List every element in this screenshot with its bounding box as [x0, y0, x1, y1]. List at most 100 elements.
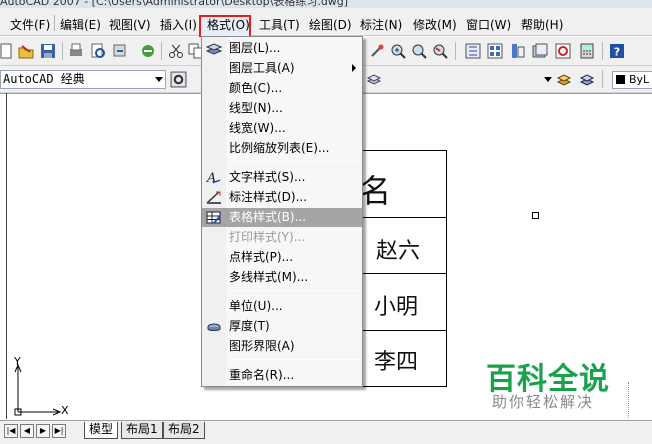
design-center-icon[interactable] — [487, 43, 503, 59]
menu-dimension[interactable]: 标注(N) — [360, 16, 402, 33]
menu-item-text-style[interactable]: A 文字样式(S)... — [202, 168, 362, 187]
table-border — [350, 273, 447, 274]
menu-separator — [228, 359, 360, 360]
text-style-icon: A — [206, 171, 221, 185]
table-border — [446, 150, 447, 387]
vertical-scrollbar[interactable] — [628, 382, 631, 418]
tool-palettes-icon[interactable] — [510, 43, 526, 59]
menu-item-units[interactable]: 单位(U)... — [202, 297, 362, 316]
menu-tools[interactable]: 工具(T) — [259, 16, 300, 33]
menu-item-rename[interactable]: 重命名(R)... — [202, 366, 362, 385]
menu-edit[interactable]: 编辑(E) — [60, 16, 101, 33]
selection-grip[interactable] — [532, 212, 539, 219]
ucs-x-label: X — [61, 404, 69, 417]
table-cell: 小明 — [374, 295, 419, 320]
menu-separator — [54, 15, 55, 31]
tab-layout2[interactable]: 布局2 — [163, 422, 205, 439]
workspace-select[interactable]: AutoCAD 经典 — [0, 70, 166, 89]
layer-dropdown-arrow[interactable] — [540, 71, 554, 88]
table-cell: 名 — [359, 172, 392, 210]
new-icon[interactable] — [0, 43, 14, 59]
toolbar-separator — [602, 70, 603, 88]
table-border — [350, 386, 447, 387]
title-bar: AutoCAD 2007 - [C:\Users\Administrator\D… — [0, 0, 652, 8]
last-tab-button[interactable]: ▶| — [52, 424, 66, 438]
table-border — [350, 150, 447, 151]
layers-icon — [206, 43, 222, 55]
svg-text:A: A — [206, 171, 216, 185]
print-icon[interactable] — [68, 43, 84, 59]
table-cell: 李四 — [374, 350, 419, 375]
layer-previous-icon[interactable] — [579, 71, 595, 87]
chevron-down-icon — [155, 77, 163, 82]
menu-item-drawing-limits[interactable]: 图形界限(A) — [202, 337, 362, 356]
publish-icon[interactable] — [112, 43, 128, 59]
thickness-icon — [207, 323, 221, 331]
toolbar-separator — [455, 42, 456, 60]
menu-item-dimension-style[interactable]: 标注样式(D)... — [202, 188, 362, 207]
properties-icon[interactable] — [465, 43, 481, 59]
color-value: ByL — [629, 73, 650, 86]
menu-insert[interactable]: 插入(I) — [160, 16, 197, 33]
tab-layout1[interactable]: 布局1 — [121, 422, 163, 439]
menu-item-lineweight[interactable]: 线宽(W)... — [202, 119, 362, 138]
window-title: AutoCAD 2007 - [C:\Users\Administrator\D… — [0, 0, 349, 8]
tab-model[interactable]: 模型 — [84, 422, 119, 439]
help-icon[interactable]: ? — [609, 43, 625, 59]
menu-item-color[interactable]: 颜色(C)... — [202, 79, 362, 98]
color-swatch — [616, 75, 625, 84]
viewport-border — [6, 93, 7, 419]
menu-separator — [228, 161, 360, 162]
menu-item-thickness[interactable]: 厚度(T) — [202, 317, 362, 336]
svg-text:?: ? — [614, 46, 620, 59]
make-layer-current-icon[interactable] — [556, 71, 572, 87]
first-tab-button[interactable]: |◀ — [4, 424, 18, 438]
ucs-y-label: Y — [14, 355, 21, 368]
workspace-settings-icon[interactable] — [170, 71, 187, 88]
menu-item-linetype[interactable]: 线型(N)... — [202, 99, 362, 118]
color-control[interactable]: ByL — [612, 71, 652, 89]
menu-item-multiline-style[interactable]: 多线样式(M)... — [202, 268, 362, 287]
menu-item-point-style[interactable]: 点样式(P)... — [202, 248, 362, 267]
open-icon[interactable] — [18, 43, 34, 59]
menu-file[interactable]: 文件(F) — [10, 16, 50, 33]
menu-item-layer-tools[interactable]: 图层工具(A) — [202, 59, 362, 78]
table-border — [350, 217, 447, 218]
cut-icon[interactable] — [168, 43, 184, 59]
menu-item-layer[interactable]: 图层(L)... — [202, 39, 362, 58]
zoom-realtime-icon[interactable] — [390, 43, 406, 59]
zoom-window-icon[interactable] — [411, 43, 427, 59]
table-cell: 赵六 — [376, 239, 421, 264]
pan-icon[interactable] — [369, 43, 385, 59]
toolbar-separator — [602, 42, 603, 60]
format-dropdown-menu: 图层(L)... 图层工具(A) 颜色(C)... 线型(N)... 线宽(W)… — [201, 36, 363, 387]
workspace-value: AutoCAD 经典 — [3, 72, 85, 86]
menu-window[interactable]: 窗口(W) — [466, 16, 511, 33]
layer-state-icon[interactable] — [366, 71, 382, 87]
submenu-arrow-icon — [352, 64, 356, 72]
menu-draw[interactable]: 绘图(D) — [309, 16, 352, 33]
table-border — [350, 330, 447, 331]
calculator-icon[interactable] — [579, 43, 595, 59]
markup-icon[interactable] — [555, 43, 571, 59]
etransmit-icon[interactable] — [140, 43, 156, 59]
watermark-subtitle: 助你轻松解决 — [492, 393, 595, 411]
menu-item-plot-style: 打印样式(Y)... — [229, 230, 306, 244]
menu-item-scale-list[interactable]: 比例缩放列表(E)... — [202, 139, 362, 158]
prev-tab-button[interactable]: ◀ — [20, 424, 34, 438]
menu-view[interactable]: 视图(V) — [109, 16, 151, 33]
zoom-previous-icon[interactable] — [432, 43, 448, 59]
dimension-style-icon — [206, 191, 221, 204]
save-icon[interactable] — [40, 43, 56, 59]
menu-separator — [228, 290, 360, 291]
plot-preview-icon[interactable] — [90, 43, 106, 59]
toolbar-separator — [161, 42, 162, 60]
menu-help[interactable]: 帮助(H) — [521, 16, 563, 33]
next-tab-button[interactable]: ▶ — [36, 424, 50, 438]
sheet-set-icon[interactable] — [532, 43, 548, 59]
menu-format[interactable]: 格式(O) — [207, 16, 250, 33]
table-style-icon — [206, 211, 221, 224]
menu-modify[interactable]: 修改(M) — [413, 16, 457, 33]
toolbar-separator — [62, 42, 63, 60]
menu-item-table-style[interactable]: 表格样式(B)... — [202, 208, 362, 227]
